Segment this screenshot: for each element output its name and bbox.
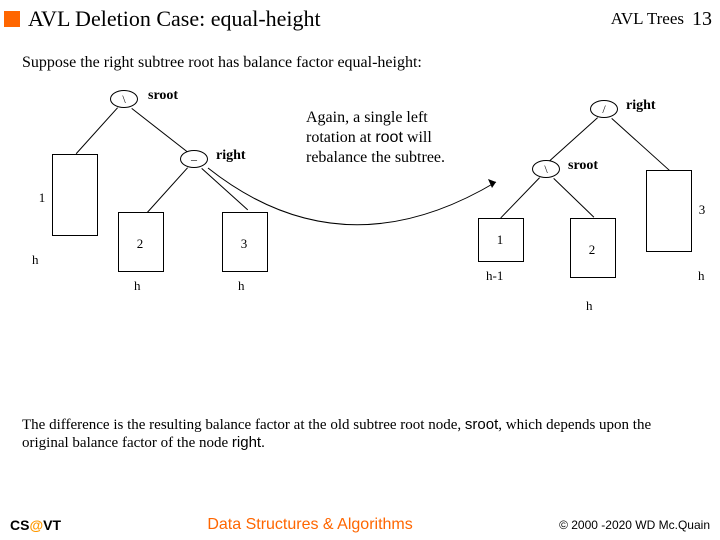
- left-sroot-label: sroot: [148, 88, 178, 104]
- footer-vt: VT: [43, 517, 61, 533]
- rotation-arrow: [202, 164, 502, 254]
- course-name: AVL Trees: [611, 9, 684, 29]
- footer-title: Data Structures & Algorithms: [61, 516, 559, 534]
- concl-right: right: [232, 434, 261, 451]
- explain-line2c: will: [403, 129, 432, 146]
- edge: [76, 107, 118, 154]
- edge: [553, 178, 594, 218]
- footer-cs: CS: [10, 517, 29, 533]
- left-right-label: right: [216, 148, 246, 164]
- r-subtree-2-label: 2: [584, 242, 600, 258]
- r-subtree-1-label: 1: [492, 232, 508, 248]
- footer-at: @: [29, 517, 43, 533]
- explain-line2a: rotation at: [306, 129, 375, 146]
- footer: CS@VT Data Structures & Algorithms © 200…: [0, 516, 720, 534]
- r-h-mid: h: [586, 298, 593, 314]
- h-label-right: h: [238, 278, 245, 294]
- explanation-text: Again, a single left rotation at root wi…: [306, 108, 476, 168]
- intro-text: Suppose the right subtree root has balan…: [22, 54, 720, 72]
- concl-t1: The difference is the resulting balance …: [22, 417, 465, 433]
- footer-logo: CS@VT: [10, 517, 61, 533]
- footer-copyright: © 2000 -2020 WD Mc.Quain: [559, 518, 710, 532]
- concl-sroot: sroot: [465, 416, 498, 433]
- right-sroot-label: sroot: [568, 158, 598, 174]
- explain-line1: Again, a single left: [306, 109, 428, 126]
- h-label-mid: h: [134, 278, 141, 294]
- subtree-1-box: [52, 154, 98, 236]
- edge: [146, 167, 188, 214]
- subtree-1-label: 1: [34, 190, 50, 206]
- header-accent-box: [4, 11, 20, 27]
- slide-title: AVL Deletion Case: equal-height: [28, 6, 321, 32]
- h-label-left: h: [32, 252, 39, 268]
- conclusion-text: The difference is the resulting balance …: [22, 416, 698, 452]
- left-sroot-node: \: [110, 90, 138, 108]
- r-h-right: h: [698, 268, 705, 284]
- r-subtree-3-label: 3: [694, 202, 710, 218]
- edge: [500, 177, 540, 218]
- r-h-left: h-1: [486, 268, 503, 284]
- right-sroot-node: \: [532, 160, 560, 178]
- page-number: 13: [692, 8, 712, 31]
- r-subtree-3-box: [646, 170, 692, 252]
- edge: [131, 108, 193, 157]
- explain-root-word: root: [375, 129, 403, 146]
- subtree-2-label: 2: [132, 236, 148, 252]
- right-right-node: /: [590, 100, 618, 118]
- diagram-area: \ sroot – right 1 h 2 h 3 h Again, a sin…: [10, 78, 710, 338]
- right-right-label: right: [626, 98, 656, 114]
- concl-t3: .: [261, 435, 265, 451]
- edge: [611, 118, 670, 171]
